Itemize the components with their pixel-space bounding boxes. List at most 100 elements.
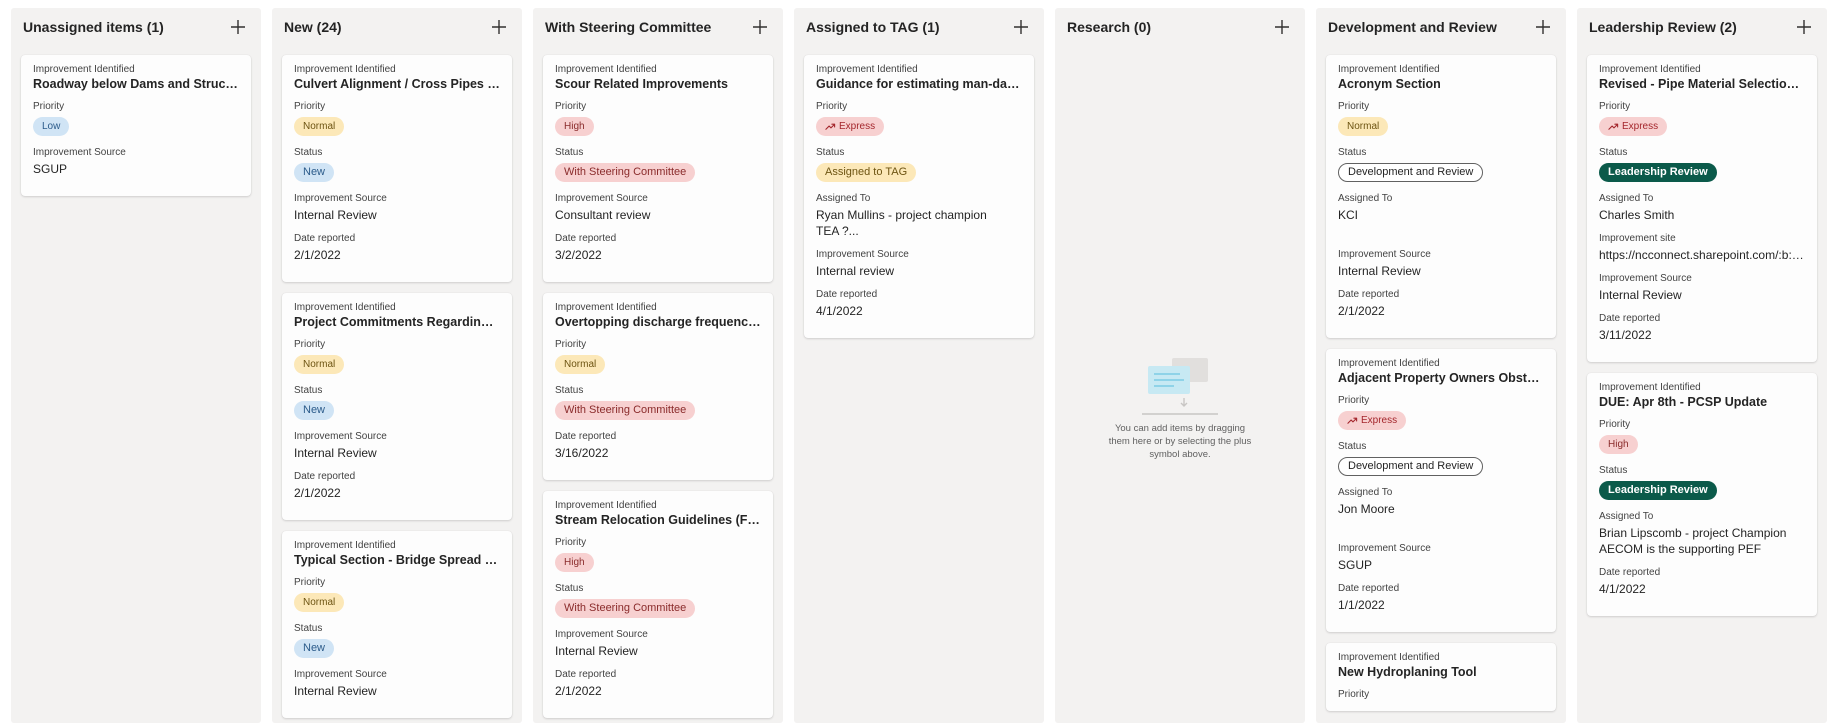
field-label: Priority — [294, 577, 326, 588]
status-badge: Leadership Review — [1599, 481, 1717, 500]
task-title: Scour Related Improvements — [555, 77, 728, 91]
task-card[interactable]: Improvement Identified New Hydroplaning T… — [1326, 643, 1556, 711]
task-list: Improvement Identified Scour Related Impr… — [543, 46, 773, 718]
bucket-header: Research (0) — [1065, 8, 1295, 46]
task-card[interactable]: Improvement Identified Project Commitment… — [282, 293, 512, 520]
priority-badge: High — [555, 117, 594, 136]
field-value-row: High — [555, 116, 761, 137]
bucket-column: With Steering Committee Improvement Ident… — [533, 8, 783, 723]
field-label: Priority — [294, 339, 326, 350]
bucket-title: Unassigned items (1) — [23, 19, 164, 35]
field-value-row: Express — [1338, 410, 1544, 431]
field-label: Improvement Identified — [1338, 64, 1440, 75]
badge-label: Express — [1622, 121, 1659, 132]
field-label: Improvement Identified — [33, 64, 135, 75]
field-label: Assigned To — [1338, 487, 1393, 498]
status-badge: Development and Review — [1338, 163, 1484, 182]
field-label: Priority — [1338, 689, 1370, 700]
add-task-button[interactable] — [1793, 16, 1815, 38]
field-value: Internal Review — [1338, 264, 1421, 278]
status-badge: Development and Review — [1338, 457, 1484, 476]
field-value-row: Development and Review — [1338, 456, 1544, 477]
field-label: Improvement Identified — [555, 64, 657, 75]
task-card[interactable]: Improvement Identified Acronym Section Pri… — [1326, 55, 1556, 338]
field-value: 2/1/2022 — [555, 684, 602, 698]
field-label: Priority — [1599, 101, 1631, 112]
empty-bucket-state: You can add items by dragging them here … — [1065, 354, 1295, 461]
field-value: 2/1/2022 — [1338, 304, 1385, 318]
task-card[interactable]: Improvement Identified Roadway below Dams… — [21, 55, 251, 196]
badge-label: Development and Review — [1348, 166, 1474, 178]
add-task-button[interactable] — [227, 16, 249, 38]
empty-bucket-hint: You can add items by dragging them here … — [1108, 423, 1252, 460]
field-value-row: Normal — [294, 116, 500, 137]
task-card[interactable]: Improvement Identified Overtopping discha… — [543, 293, 773, 480]
bucket-header: Leadership Review (2) — [1587, 8, 1817, 46]
task-card[interactable]: Improvement Identified Culvert Alignment … — [282, 55, 512, 282]
task-card[interactable]: Improvement Identified DUE: Apr 8th - PCS… — [1587, 373, 1817, 616]
field-value: Internal Review — [294, 446, 377, 460]
field-value: 4/1/2022 — [1599, 582, 1646, 596]
field-label: Improvement Source — [1599, 273, 1692, 284]
field-value-row: New — [294, 162, 500, 183]
field-label: Improvement Source — [816, 249, 909, 260]
badge-label: With Steering Committee — [564, 602, 687, 614]
task-card[interactable]: Improvement Identified Guidance for estim… — [804, 55, 1034, 338]
field-label: Assigned To — [1599, 511, 1654, 522]
status-badge: New — [294, 163, 335, 182]
task-card[interactable]: Improvement Identified Revised - Pipe Mat… — [1587, 55, 1817, 362]
bucket-column: Leadership Review (2) Improvement Identif… — [1577, 8, 1827, 723]
add-task-button[interactable] — [1532, 16, 1554, 38]
field-label: Priority — [555, 537, 587, 548]
field-label: Assigned To — [1338, 193, 1393, 204]
field-label: Status — [294, 623, 323, 634]
add-task-button[interactable] — [1271, 16, 1293, 38]
field-label: Assigned To — [816, 193, 871, 204]
badge-label: Express — [839, 121, 876, 132]
field-label: Improvement Identified — [1338, 358, 1440, 369]
badge-label: High — [564, 121, 585, 132]
task-title: Project Commitments Regarding Environmen… — [294, 315, 500, 329]
plus-icon — [230, 19, 246, 35]
field-label: Priority — [1599, 419, 1631, 430]
field-value-row: Normal — [555, 354, 761, 375]
task-title: DUE: Apr 8th - PCSP Update — [1599, 395, 1768, 409]
task-card[interactable]: Improvement Identified Scour Related Impr… — [543, 55, 773, 282]
field-value-row: Normal — [294, 354, 500, 375]
task-card[interactable]: Improvement Identified Typical Section - … — [282, 531, 512, 718]
field-label: Date reported — [294, 471, 356, 482]
badge-label: New — [303, 642, 326, 654]
priority-badge: Normal — [1338, 117, 1389, 136]
task-title: New Hydroplaning Tool — [1338, 665, 1477, 679]
add-task-button[interactable] — [749, 16, 771, 38]
field-value: Consultant review — [555, 208, 651, 222]
field-label: Improvement Identified — [816, 64, 918, 75]
task-card[interactable]: Improvement Identified Adjacent Property … — [1326, 349, 1556, 632]
planner-board: Unassigned items (1) Improvement Identifi… — [0, 0, 1831, 723]
add-task-button[interactable] — [1010, 16, 1032, 38]
field-label: Priority — [816, 101, 848, 112]
task-title: Revised - Pipe Material Selection Guide — [1599, 77, 1805, 91]
field-value: 4/1/2022 — [816, 304, 863, 318]
plus-icon — [1535, 19, 1551, 35]
field-label: Date reported — [294, 233, 356, 244]
bucket-title: Development and Review — [1328, 19, 1497, 35]
status-badge: New — [294, 401, 335, 420]
task-title: Culvert Alignment / Cross Pipes and Culv… — [294, 77, 500, 91]
field-value: Internal review — [816, 264, 895, 278]
field-value-row: Leadership Review — [1599, 480, 1805, 501]
field-label: Status — [1338, 441, 1367, 452]
field-value: Brian Lipscomb - project Champion AECOM … — [1599, 526, 1787, 556]
task-card[interactable]: Improvement Identified Stream Relocation … — [543, 491, 773, 718]
field-value-row: Development and Review — [1338, 162, 1544, 183]
field-value-row: Express — [1599, 116, 1805, 137]
status-badge: With Steering Committee — [555, 599, 696, 618]
field-value-row: Low — [33, 116, 239, 137]
field-value-row: With Steering Committee — [555, 400, 761, 421]
field-label: Date reported — [555, 233, 617, 244]
field-label: Improvement Source — [555, 629, 648, 640]
add-task-button[interactable] — [488, 16, 510, 38]
task-title: Guidance for estimating man-day hours — [816, 77, 1022, 91]
field-value: https://ncconnect.sharepoint.com/:b:/... — [1599, 248, 1805, 262]
field-label: Priority — [294, 101, 326, 112]
